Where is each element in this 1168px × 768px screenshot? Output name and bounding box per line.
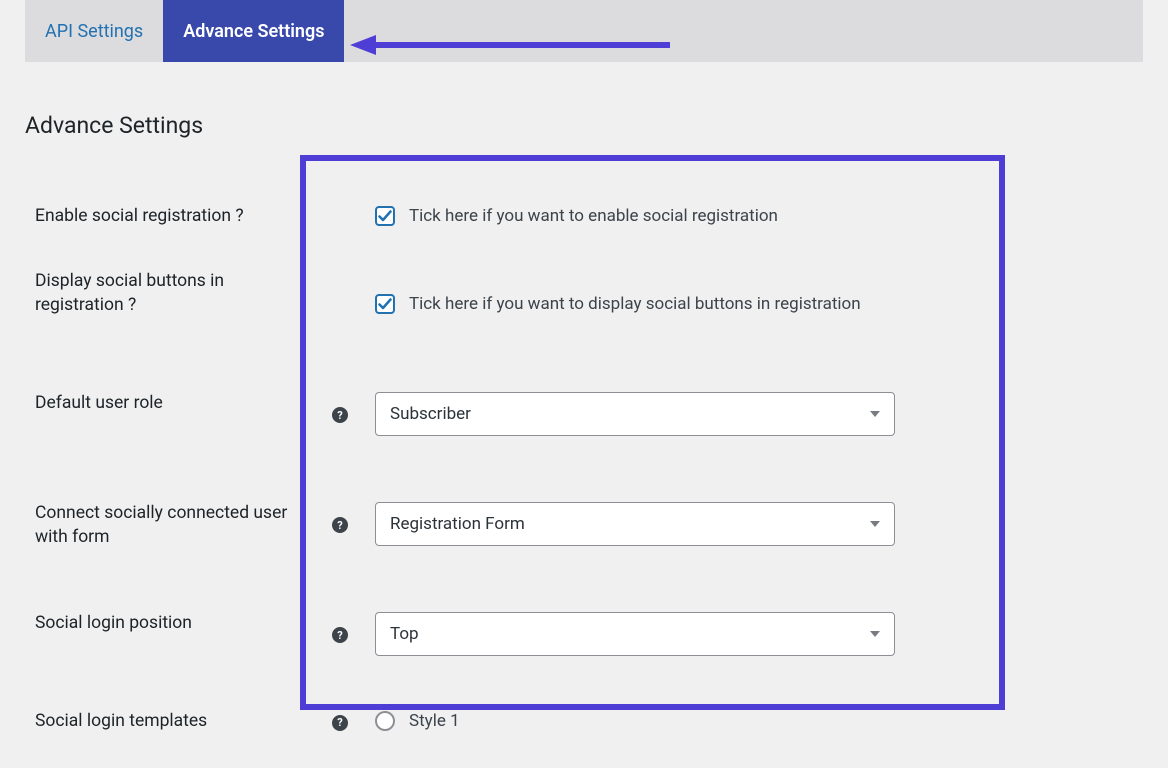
label-enable-social-registration: Enable social registration ? (25, 184, 315, 249)
help-icon[interactable]: ? (332, 627, 348, 643)
label-social-login-position: Social login position (25, 579, 315, 689)
select-social-login-position[interactable]: Top (375, 612, 895, 656)
settings-form: Enable social registration ? Tick here i… (25, 184, 1143, 753)
select-default-user-role[interactable]: Subscriber (375, 392, 895, 436)
checkbox-enable-social-registration[interactable] (375, 206, 395, 226)
select-value: Subscriber (390, 404, 471, 424)
label-social-login-templates: Social login templates (25, 689, 315, 754)
checkmark-icon (378, 209, 392, 223)
help-icon[interactable]: ? (332, 715, 348, 731)
label-display-social-buttons: Display social buttons in registration ? (25, 249, 315, 359)
help-icon[interactable]: ? (332, 517, 348, 533)
select-value: Top (390, 624, 419, 644)
checkmark-icon (378, 297, 392, 311)
tabs-container: API Settings Advance Settings (25, 0, 1143, 62)
help-icon[interactable]: ? (332, 407, 348, 423)
tab-advance-settings[interactable]: Advance Settings (163, 0, 344, 62)
content-area: Advance Settings Enable social registrat… (0, 62, 1168, 753)
select-value: Registration Form (390, 514, 525, 534)
radio-style-1[interactable] (375, 711, 395, 731)
tab-api-settings[interactable]: API Settings (25, 0, 163, 62)
hint-display-social-buttons: Tick here if you want to display social … (409, 294, 861, 314)
checkbox-display-social-buttons[interactable] (375, 294, 395, 314)
page-title: Advance Settings (25, 112, 1143, 139)
label-connect-socially: Connect socially connected user with for… (25, 469, 315, 579)
label-default-user-role: Default user role (25, 359, 315, 469)
radio-label-style-1: Style 1 (409, 711, 460, 731)
select-connect-socially[interactable]: Registration Form (375, 502, 895, 546)
hint-enable-social-registration: Tick here if you want to enable social r… (409, 206, 778, 226)
